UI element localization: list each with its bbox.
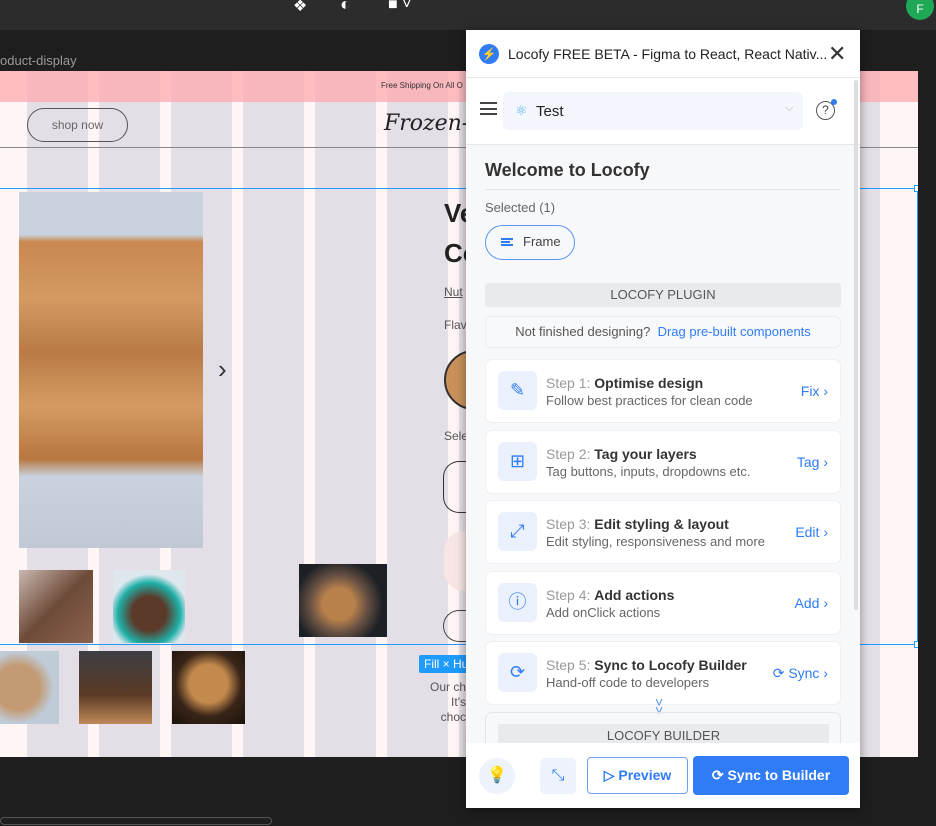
edit-layout-icon: ⤢: [498, 512, 537, 551]
step-card[interactable]: ⟳ Step 5: Sync to Locofy Builder Hand-of…: [485, 641, 841, 705]
lightbulb-icon[interactable]: 💡: [479, 758, 515, 794]
chevron-right-icon: ›: [823, 383, 828, 399]
step-description: Hand-off code to developers: [546, 675, 710, 690]
chevron-right-icon: ›: [823, 665, 828, 681]
step-heading: Step 1: Optimise design: [546, 375, 704, 391]
frame-icon: [501, 238, 513, 246]
step-description: Tag buttons, inputs, dropdowns etc.: [546, 463, 751, 479]
thumbnail-image[interactable]: [299, 564, 387, 637]
horizontal-scrollbar[interactable]: [0, 817, 272, 825]
component-icon[interactable]: ❖: [293, 0, 307, 16]
sync-label: Sync to Builder: [727, 767, 831, 783]
resize-handle[interactable]: [914, 185, 918, 192]
drag-components-link[interactable]: Drag pre-built components: [658, 324, 811, 339]
step-card[interactable]: ✎ Step 1: Optimise design Follow best pr…: [485, 359, 841, 423]
shipping-text: Free Shipping On All O: [381, 81, 463, 90]
step-heading: Step 4: Add actions: [546, 586, 675, 603]
tag-icon: ⊞: [498, 441, 537, 481]
project-select[interactable]: ⚛ Test ⌵: [503, 92, 803, 130]
thumbnail-image[interactable]: [172, 651, 245, 724]
step-description: Edit styling, responsiveness and more: [546, 534, 765, 549]
shop-now-button[interactable]: shop now: [27, 108, 128, 142]
locofy-plugin-header: LOCOFY PLUGIN: [485, 283, 841, 307]
thumbnail-image[interactable]: [19, 570, 93, 643]
select-label: Sele: [444, 429, 469, 443]
product-description: Our ch It's choc: [430, 680, 467, 724]
actions-icon: ⓘ: [498, 582, 537, 622]
plugin-title: Locofy FREE BETA - Figma to React, React…: [508, 46, 828, 62]
step-description: Add onClick actions: [546, 604, 661, 620]
locofy-plugin-window: ⚡ Locofy FREE BETA - Figma to React, Rea…: [466, 30, 860, 808]
frame-chip-label: Frame: [523, 234, 561, 249]
chevron-right-icon: ›: [823, 594, 828, 611]
prebuilt-components-banner: Not finished designing? Drag pre-built c…: [485, 316, 841, 348]
play-icon: ▷: [603, 767, 615, 783]
figma-toolbar: ❖ ◐ ■ ˅ F: [0, 0, 936, 30]
collapse-icon[interactable]: ⤡: [540, 758, 576, 794]
selected-count: Selected (1): [485, 200, 556, 215]
layout-grid-column: [243, 71, 304, 757]
contrast-icon[interactable]: ◐: [340, 0, 351, 15]
fill-icon[interactable]: ■ ˅: [388, 0, 411, 14]
thumbnail-image[interactable]: [79, 651, 152, 724]
project-name: Test: [536, 103, 564, 120]
avatar[interactable]: F: [906, 0, 934, 20]
welcome-heading: Welcome to Locofy: [485, 160, 650, 180]
chevron-down-icon: ⌵: [785, 102, 794, 114]
plugin-footer: 💡 ⤡ ▷ Preview ⟳ Sync to Builder: [466, 743, 860, 808]
preview-label: Preview: [618, 767, 672, 783]
divider: [485, 189, 840, 190]
step-action-button[interactable]: Fix ›: [801, 383, 828, 399]
step-action-button[interactable]: ⟳ Sync ›: [773, 665, 828, 682]
step-card[interactable]: ⤢ Step 3: Edit styling & layout Edit sty…: [485, 500, 841, 564]
chevron-right-icon: ›: [823, 453, 828, 470]
step-description: Follow best practices for clean code: [546, 393, 753, 408]
product-main-image: [19, 192, 203, 548]
step-heading: Step 3: Edit styling & layout: [546, 516, 729, 532]
sync-to-builder-button[interactable]: ⟳ Sync to Builder: [693, 756, 849, 795]
locofy-logo-icon: ⚡: [479, 44, 499, 64]
sync-icon: ⟳: [711, 767, 724, 783]
sync-icon: ⟳: [772, 665, 785, 681]
thumbnail-image[interactable]: [113, 570, 185, 643]
optimise-icon: ✎: [498, 371, 537, 410]
plugin-header: ⚛ Test ⌵ ?: [466, 78, 860, 145]
thumbnail-image[interactable]: [0, 651, 59, 724]
nutrition-link[interactable]: Nut: [444, 285, 463, 299]
frame-chip[interactable]: Frame: [485, 225, 575, 260]
plugin-titlebar: ⚡ Locofy FREE BETA - Figma to React, Rea…: [466, 30, 860, 78]
step-heading: Step 5: Sync to Locofy Builder: [546, 657, 747, 673]
preview-button[interactable]: ▷ Preview: [587, 757, 688, 794]
chevron-right-icon[interactable]: ›: [218, 354, 227, 385]
layout-grid-column: [315, 71, 376, 757]
chevron-right-icon: ›: [823, 524, 828, 540]
sync-icon: ⟳: [498, 653, 537, 692]
step-heading: Step 2: Tag your layers: [546, 445, 697, 462]
resize-handle[interactable]: [914, 641, 918, 648]
help-icon[interactable]: ?: [816, 99, 837, 120]
step-action-button[interactable]: Add ›: [795, 595, 828, 611]
not-finished-text: Not finished designing?: [515, 324, 651, 339]
plugin-scrollbar[interactable]: [854, 80, 858, 610]
hamburger-menu-icon[interactable]: [480, 102, 497, 115]
step-card[interactable]: ⊞ Step 2: Tag your layers Tag buttons, i…: [485, 429, 841, 494]
selection-border: [917, 188, 918, 645]
step-action-button[interactable]: Edit ›: [795, 524, 828, 540]
close-icon[interactable]: ✕: [828, 41, 846, 67]
flavor-label: Flav: [444, 318, 467, 332]
frame-label[interactable]: oduct-display: [0, 53, 77, 68]
step-action-button[interactable]: Tag ›: [797, 454, 828, 470]
react-icon: ⚛: [515, 102, 528, 118]
step-card[interactable]: ⓘ Step 4: Add actions Add onClick action…: [485, 570, 841, 635]
